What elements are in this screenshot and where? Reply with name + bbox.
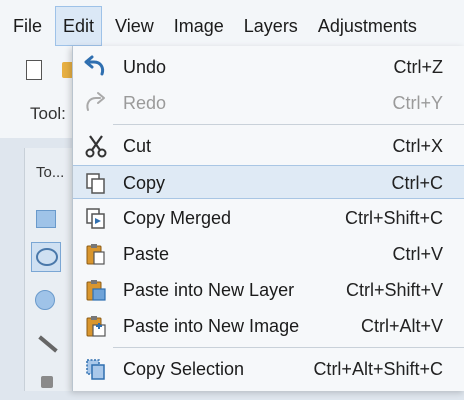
tools-panel: To... [24, 148, 77, 391]
menu-item-label: Paste [123, 244, 170, 264]
menu-separator [113, 124, 464, 125]
menu-item-label: Paste into New Layer [123, 280, 295, 300]
menu-item-label: Undo [123, 57, 167, 77]
redo-icon [86, 92, 105, 111]
menu-item-shortcut: Ctrl+V [392, 244, 443, 264]
menu-item-copy[interactable]: Copy Ctrl+C [73, 165, 464, 199]
menu-edit[interactable]: Edit [55, 6, 103, 46]
menu-item-copy-selection[interactable]: Copy Selection Ctrl+Alt+Shift+C [73, 352, 464, 386]
menu-item-cut[interactable]: Cut Ctrl+X [73, 129, 464, 163]
move-tool-icon[interactable] [31, 370, 61, 400]
menu-layers[interactable]: Layers [237, 6, 305, 46]
paste-icon [86, 244, 105, 265]
menu-file[interactable]: File [6, 6, 49, 46]
menu-item-label: Cut [123, 136, 152, 156]
menu-item-shortcut: Ctrl+Y [392, 93, 443, 113]
menu-bar: File Edit View Image Layers Adjustments [0, 0, 464, 52]
toolbar [0, 52, 76, 138]
paste-new-layer-icon [86, 280, 106, 301]
menu-view[interactable]: View [108, 6, 161, 46]
menu-item-redo[interactable]: Redo Ctrl+Y [73, 86, 464, 120]
menu-item-label: Redo [123, 93, 167, 113]
tools-panel-title: To... [36, 164, 65, 181]
menu-item-shortcut: Ctrl+X [392, 136, 443, 156]
copy-merged-icon [86, 208, 105, 229]
menu-item-shortcut: Ctrl+Shift+C [344, 208, 443, 228]
menu-item-label: Copy Merged [123, 208, 232, 228]
menu-item-paste[interactable]: Paste Ctrl+V [73, 237, 464, 271]
new-file-icon[interactable] [26, 60, 42, 80]
menu-item-shortcut: Ctrl+Shift+V [345, 280, 443, 300]
scissors-icon [85, 135, 107, 158]
menu-image[interactable]: Image [167, 6, 231, 46]
menu-item-label: Paste into New Image [123, 316, 300, 336]
menu-item-shortcut: Ctrl+Z [393, 57, 444, 77]
magic-wand-icon[interactable] [31, 328, 61, 358]
menu-item-shortcut: Ctrl+C [391, 173, 443, 193]
menu-item-shortcut: Ctrl+Alt+Shift+C [313, 359, 443, 379]
menu-item-paste-new-layer[interactable]: Paste into New Layer Ctrl+Shift+V [73, 273, 464, 307]
copy-selection-icon [86, 359, 105, 380]
menu-item-copy-merged[interactable]: Copy Merged Ctrl+Shift+C [73, 201, 464, 235]
copy-icon [86, 173, 105, 194]
ellipse-select-icon[interactable] [31, 286, 61, 316]
menu-adjustments[interactable]: Adjustments [311, 6, 424, 46]
menu-item-label: Copy [123, 173, 166, 193]
menu-item-label: Copy Selection [123, 359, 245, 379]
tool-label: Tool: [30, 104, 66, 123]
menu-item-paste-new-image[interactable]: Paste into New Image Ctrl+Alt+V [73, 309, 464, 343]
paste-new-image-icon [86, 316, 106, 337]
menu-item-undo[interactable]: Undo Ctrl+Z [73, 50, 464, 84]
edit-menu-dropdown: Undo Ctrl+Z Redo Ctrl+Y Cut Ctrl+X Copy … [72, 46, 464, 391]
rectangle-select-icon[interactable] [31, 204, 61, 234]
lasso-select-icon[interactable] [31, 242, 61, 272]
undo-icon [84, 55, 105, 76]
menu-separator [113, 347, 464, 348]
menu-item-shortcut: Ctrl+Alt+V [360, 316, 443, 336]
